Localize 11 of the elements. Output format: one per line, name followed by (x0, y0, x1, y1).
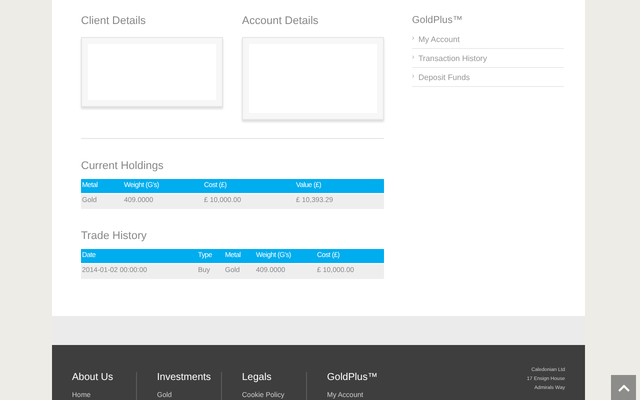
footer-heading: Investments (157, 372, 212, 384)
scroll-top-button[interactable] (611, 375, 636, 400)
section-heading: Trade History (81, 229, 148, 243)
sidebar-heading: GoldPlus™ (412, 14, 464, 28)
section-heading: Client Details (81, 14, 147, 28)
footer-heading: About Us (72, 372, 114, 384)
footer-heading: Legals (242, 372, 272, 384)
section-heading: Account Details (242, 14, 320, 28)
chevron-up-icon (618, 384, 630, 392)
footer-heading: GoldPlus™ (327, 372, 379, 384)
section-heading: Current Holdings (81, 159, 165, 173)
